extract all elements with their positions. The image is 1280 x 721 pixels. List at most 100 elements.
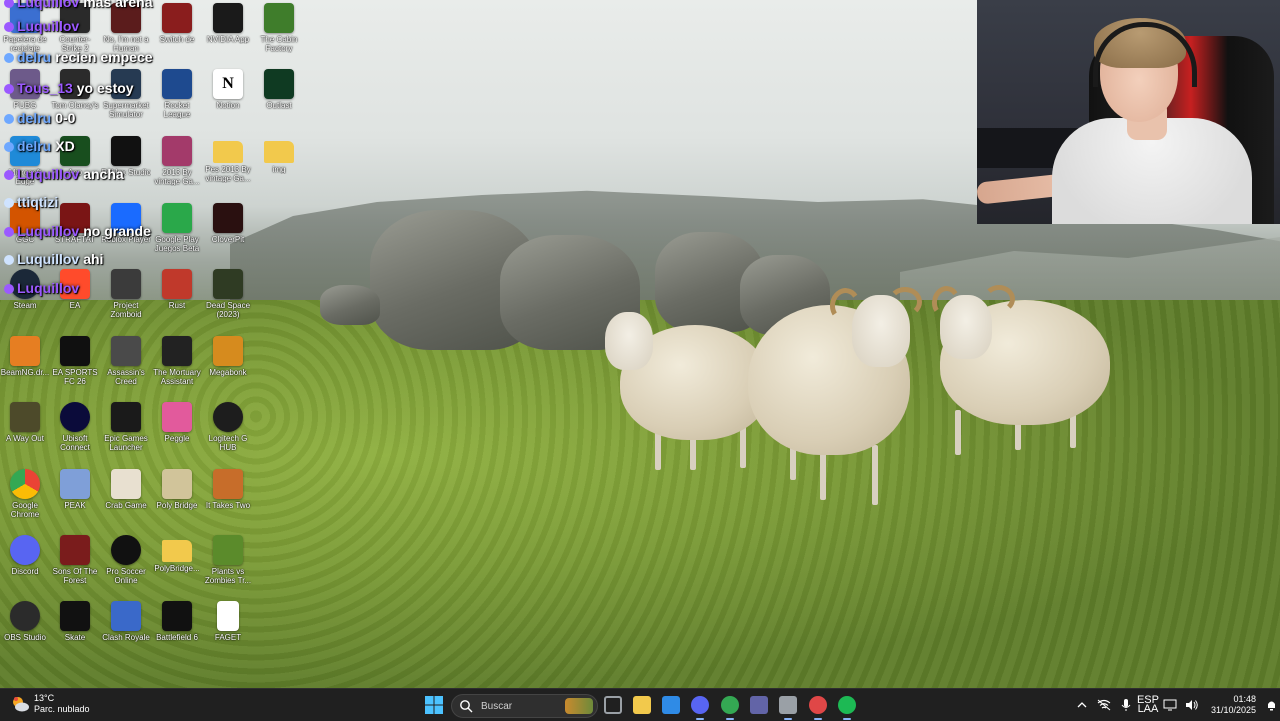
desktop-icon-label: Project Zomboid (110, 301, 142, 319)
desktop-icon-game[interactable]: Clash Royale (101, 598, 151, 662)
language-indicator[interactable]: ESP LAA (1137, 689, 1159, 721)
desktop-icon-file[interactable]: FAGET (203, 598, 253, 662)
desktop-icon-game[interactable]: Switch de (152, 0, 202, 64)
desktop-icon-counter-strike[interactable]: Counter-Strike 2 (50, 0, 100, 64)
desktop-icon-app[interactable]: App (50, 133, 100, 197)
desktop-icon-game[interactable]: Poly Bridge (152, 466, 202, 530)
weather-widget[interactable]: 13°C Parc. nublado (10, 693, 90, 715)
desktop-icon-steam[interactable]: Steam (0, 266, 50, 330)
desktop-icon-game[interactable]: Sons Of The Forest (50, 532, 100, 596)
desktop-icon-label: Tom Clancy's (51, 101, 99, 110)
game-icon (10, 402, 40, 432)
desktop-icon-game[interactable]: Assassin's Creed (101, 333, 151, 397)
game-icon (213, 469, 243, 499)
desktop-icon-game[interactable]: Peggle (152, 399, 202, 463)
desktop-icon-archive[interactable]: 2013 By vintage Ga... (152, 133, 202, 197)
search-highlight-image (565, 698, 593, 714)
game-icon (162, 3, 192, 33)
desktop-icon-label: Roblox Studio (101, 168, 151, 177)
taskbar-app-task-view[interactable] (601, 693, 625, 717)
game-icon (111, 69, 141, 99)
desktop-icon-epic[interactable]: Epic Games Launcher (101, 399, 151, 463)
settings-icon (779, 696, 797, 714)
desktop-icon-google-play[interactable]: Google Play Juegos Beta (152, 200, 202, 264)
desktop-icon-game[interactable]: GGC (0, 200, 50, 264)
desktop-icon-game[interactable]: PUBG (0, 66, 50, 130)
desktop-icon-skate[interactable]: Skate (50, 598, 100, 662)
desktop-icon-folder[interactable]: PolyBridge... (152, 532, 202, 596)
desktop-icon-rocket-league[interactable]: Rocket League (152, 66, 202, 130)
monitor-icon[interactable] (1159, 689, 1181, 721)
microphone-icon[interactable] (1115, 689, 1137, 721)
game-icon (60, 469, 90, 499)
desktop-icon-game[interactable]: CloverPit (203, 200, 253, 264)
taskbar-app-obs[interactable] (806, 693, 830, 720)
desktop-icon-fc[interactable]: EA SPORTS FC 26 (50, 333, 100, 397)
taskbar-app-settings[interactable] (776, 693, 800, 720)
taskbar-search-box[interactable]: Buscar (451, 694, 598, 718)
desktop-icon-game[interactable]: STRAFTAT (50, 200, 100, 264)
desktop-icon-label: Plants vs Zombies Tr... (204, 567, 252, 585)
desktop-icon-game[interactable]: PEAK (50, 466, 100, 530)
desktop-icon-label: App (67, 168, 83, 177)
desktop-icon-label: Switch de (159, 35, 195, 44)
desktop-icon-folder[interactable]: Pes 2013 By vintage Ga... (203, 133, 253, 197)
desktop-icon-battlefield[interactable]: Battlefield 6 (152, 598, 202, 662)
desktop-icon-notion[interactable]: N Notion (203, 66, 253, 130)
clock[interactable]: 01:48 31/10/2025 (1211, 694, 1256, 716)
taskbar-app-file-explorer[interactable] (630, 693, 654, 717)
desktop-icon-logitech[interactable]: Logitech G HUB (203, 399, 253, 463)
desktop-icon-ubisoft[interactable]: Ubisoft Connect (50, 399, 100, 463)
taskbar-app-discord[interactable] (688, 693, 712, 720)
desktop-icon-chrome[interactable]: Google Chrome (0, 466, 50, 530)
desktop-icon-label: Roblox Player (101, 235, 151, 244)
desktop-icon-label: Google Play Juegos Beta (154, 235, 200, 253)
taskbar-app-chrome[interactable] (718, 693, 742, 720)
desktop-icon-game[interactable]: Dead Space (2023) (203, 266, 253, 330)
desktop-icon-game[interactable]: The Mortuary Assistant (152, 333, 202, 397)
desktop-icon-game[interactable]: Crab Game (101, 466, 151, 530)
desktop-icon-folder[interactable]: img (254, 133, 304, 197)
desktop-icon-label: Microsoft Edge (8, 168, 42, 186)
desktop-icon-edge[interactable]: Microsoft Edge (0, 133, 50, 197)
taskbar-app-spotify[interactable] (835, 693, 859, 720)
start-button[interactable] (423, 694, 445, 716)
taskbar-app-teams[interactable] (747, 693, 771, 717)
desktop-icon-game[interactable]: Plants vs Zombies Tr... (203, 532, 253, 596)
game-icon (264, 69, 294, 99)
desktop-icon-game[interactable]: BeamNG.dr... (0, 333, 50, 397)
desktop-icon-label: FAGET (214, 633, 242, 642)
desktop-icon-recycle-bin[interactable]: Papelera de reciclaje (0, 0, 50, 64)
desktop-icon-nvidia[interactable]: NVIDIA App (203, 0, 253, 64)
desktop-icon-obs[interactable]: OBS Studio (0, 598, 50, 662)
desktop-icon-game[interactable]: Outlast (254, 66, 304, 130)
desktop-icon-soccer[interactable]: Pro Soccer Online (101, 532, 151, 596)
desktop-icon-discord[interactable]: Discord (0, 532, 50, 596)
desktop-icon-game[interactable]: Supermarket Simulator (101, 66, 151, 130)
desktop-icon-rust[interactable]: Rust (152, 266, 202, 330)
notification-bell-icon[interactable] (1262, 689, 1280, 721)
sheep-head (605, 312, 653, 370)
desktop-icon-game[interactable]: Tom Clancy's (50, 66, 100, 130)
volume-icon[interactable] (1181, 689, 1203, 721)
show-hidden-icons-chevron-icon[interactable] (1071, 689, 1093, 721)
desktop-icon-roblox[interactable]: Roblox Player (101, 200, 151, 264)
desktop-icon-game[interactable]: Megabonk (203, 333, 253, 397)
desktop-icon-game[interactable]: Project Zomboid (101, 266, 151, 330)
network-off-icon[interactable] (1093, 689, 1115, 721)
cloud-sun-icon (10, 694, 30, 714)
desktop-icon-ea[interactable]: EA (50, 266, 100, 330)
folder-icon (264, 141, 294, 163)
frog-icon (264, 3, 294, 33)
sheep-leg (955, 410, 961, 455)
desktop-icon-label: Google Chrome (10, 501, 40, 519)
clock-time: 01:48 (1233, 694, 1256, 704)
desktop-icon-game[interactable]: It Takes Two (203, 466, 253, 530)
game-icon (162, 402, 192, 432)
rocket-league-icon (162, 69, 192, 99)
desktop-icon-game[interactable]: No, I'm not a Human (101, 0, 151, 64)
desktop-icon-game[interactable]: A Way Out (0, 399, 50, 463)
desktop-icon-roblox-studio[interactable]: Roblox Studio (101, 133, 151, 197)
desktop-icon-frog[interactable]: The Cabin Factory (254, 0, 304, 64)
taskbar-app-microsoft-store[interactable] (659, 693, 683, 717)
